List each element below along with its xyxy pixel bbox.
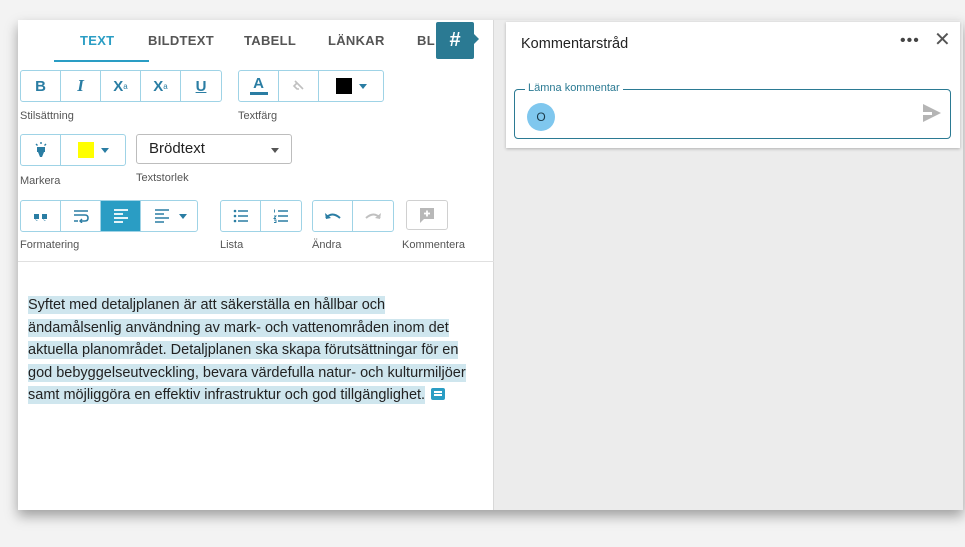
align-options-icon xyxy=(155,209,169,223)
tab-bl[interactable]: BL xyxy=(417,33,435,48)
tab-lankar[interactable]: LÄNKAR xyxy=(328,33,385,48)
hash-button[interactable]: # xyxy=(436,22,474,59)
app-window: TEXT BILDTEXT TABELL LÄNKAR BL # B I Xa … xyxy=(18,20,963,510)
eraser-icon xyxy=(292,80,304,90)
more-options-icon[interactable]: ••• xyxy=(900,32,920,50)
close-icon[interactable]: ✕ xyxy=(934,30,951,50)
clear-color-button[interactable] xyxy=(279,71,319,101)
tab-bildtext[interactable]: BILDTEXT xyxy=(148,33,214,48)
highlight-color-picker[interactable] xyxy=(61,135,125,165)
chevron-down-icon xyxy=(359,84,367,89)
chevron-down-icon xyxy=(271,148,279,153)
text-color-picker[interactable] xyxy=(319,71,383,101)
toolbar-divider xyxy=(18,261,494,262)
bullet-list-icon xyxy=(233,209,248,223)
textsize-select[interactable]: Brödtext xyxy=(136,134,292,164)
text-color-underline xyxy=(249,92,268,95)
numbered-list-button[interactable] xyxy=(261,201,301,231)
undo-button[interactable] xyxy=(313,201,353,231)
align-left-icon xyxy=(113,209,128,223)
comment-thread-panel: Kommentarstråd ••• ✕ Lämna kommentar O xyxy=(506,22,960,148)
comment-marker-icon[interactable] xyxy=(431,388,446,400)
numbered-list-icon xyxy=(273,209,288,223)
editor-pane: TEXT BILDTEXT TABELL LÄNKAR BL # B I Xa … xyxy=(18,20,494,510)
chevron-down-icon xyxy=(101,148,109,153)
highlighter-icon xyxy=(35,142,46,157)
wrap-text-icon xyxy=(73,210,89,223)
wrap-text-button[interactable] xyxy=(61,201,101,231)
text-color-swatch xyxy=(336,78,352,94)
bold-button[interactable]: B xyxy=(21,71,61,101)
avatar: O xyxy=(527,103,555,131)
blockquote-button[interactable] xyxy=(21,201,61,231)
panel-title: Kommentarstråd xyxy=(521,36,629,52)
send-icon[interactable] xyxy=(923,104,941,122)
comment-group xyxy=(406,200,448,230)
active-tab-indicator xyxy=(54,60,149,62)
group-label-textstorlek: Textstorlek xyxy=(136,172,189,184)
superscript-button[interactable]: Xa xyxy=(101,71,141,101)
highlight-group xyxy=(20,134,126,166)
align-dropdown-button[interactable] xyxy=(141,201,197,231)
group-label-stilsattning: Stilsättning xyxy=(20,110,74,122)
comment-input-label: Lämna kommentar xyxy=(525,82,623,94)
align-left-button[interactable] xyxy=(101,201,141,231)
group-label-kommentera: Kommentera xyxy=(402,239,465,251)
highlight-color-swatch xyxy=(78,142,94,158)
undo-icon xyxy=(324,213,341,219)
hash-button-pointer xyxy=(474,34,479,44)
underline-button[interactable]: U xyxy=(181,71,221,101)
italic-button[interactable]: I xyxy=(61,71,101,101)
add-comment-icon xyxy=(420,208,434,223)
comment-input-field[interactable]: Lämna kommentar O xyxy=(514,82,951,139)
group-label-textfarg: Textfärg xyxy=(238,110,278,122)
tab-text[interactable]: TEXT xyxy=(80,33,114,48)
group-label-lista: Lista xyxy=(220,239,244,251)
group-label-formatering: Formatering xyxy=(20,239,80,251)
style-button-group: B I Xa Xa U xyxy=(20,70,222,102)
redo-icon xyxy=(365,213,381,219)
quote-icon xyxy=(33,214,47,221)
list-group xyxy=(220,200,302,232)
text-color-button[interactable]: A xyxy=(239,71,279,101)
edit-group xyxy=(312,200,394,232)
text-color-group: A xyxy=(238,70,384,102)
tab-tabell[interactable]: TABELL xyxy=(244,33,296,48)
chevron-down-icon xyxy=(179,214,187,219)
group-label-andra: Ändra xyxy=(312,239,342,251)
formatting-group xyxy=(20,200,198,232)
subscript-button[interactable]: Xa xyxy=(141,71,181,101)
highlighter-button[interactable] xyxy=(21,135,61,165)
highlighted-paragraph[interactable]: Syftet med detaljplanen är att säkerstäl… xyxy=(28,296,466,404)
format-tabs: TEXT BILDTEXT TABELL LÄNKAR BL xyxy=(18,20,494,62)
group-label-markera: Markera xyxy=(20,175,61,187)
document-body[interactable]: Syftet med detaljplanen är att säkerstäl… xyxy=(28,294,473,407)
add-comment-button[interactable] xyxy=(407,201,447,229)
redo-button[interactable] xyxy=(353,201,393,231)
bullet-list-button[interactable] xyxy=(221,201,261,231)
